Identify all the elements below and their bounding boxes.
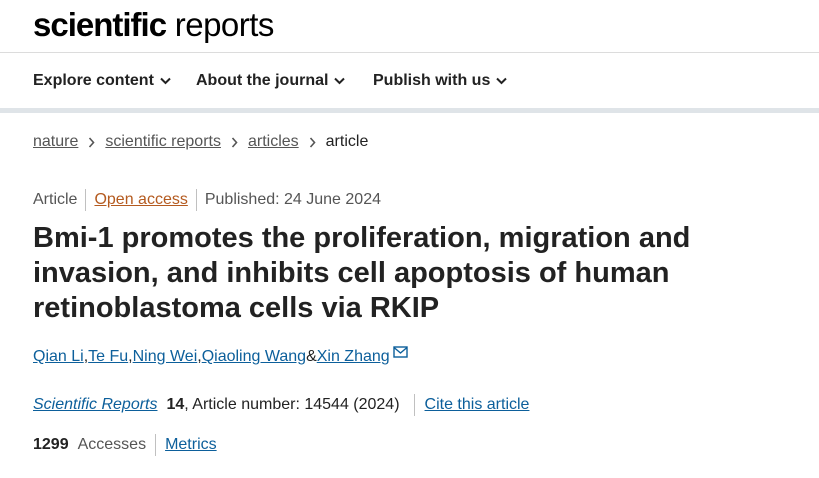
divider xyxy=(195,189,197,211)
accesses-label: Accesses xyxy=(77,436,147,453)
author-link[interactable]: Qiaoling Wang xyxy=(202,348,306,366)
article-number: , Article number: 14544 (2024) xyxy=(184,396,400,413)
divider xyxy=(85,189,87,211)
volume-number: 14 xyxy=(166,396,185,413)
nav-about-journal[interactable]: About the journal xyxy=(196,72,346,90)
article-type: Article xyxy=(33,191,78,208)
author-link[interactable]: Te Fu xyxy=(88,348,128,366)
logo-light-text: reports xyxy=(166,6,275,43)
nav-label: Publish with us xyxy=(373,72,491,89)
envelope-icon[interactable] xyxy=(392,346,408,358)
breadcrumb-scientific-reports[interactable]: scientific reports xyxy=(105,133,221,151)
journal-link[interactable]: Scientific Reports xyxy=(33,396,158,414)
divider xyxy=(413,394,415,416)
chevron-right-icon xyxy=(231,136,238,148)
author-link[interactable]: Qian Li xyxy=(33,348,84,366)
breadcrumb-current: article xyxy=(325,133,369,150)
article-meta: Article Open access Published: 24 June 2… xyxy=(33,189,381,211)
chevron-right-icon xyxy=(89,136,95,148)
author-link[interactable]: Ning Wei xyxy=(133,348,198,366)
breadcrumb-articles[interactable]: articles xyxy=(248,133,299,151)
citation-line: Scientific Reports 14 , Article number: … xyxy=(33,394,529,416)
main-nav: Explore content About the journal Publis… xyxy=(0,53,819,113)
metrics-link[interactable]: Metrics xyxy=(165,436,217,454)
site-logo[interactable]: scientific reports xyxy=(33,6,274,44)
open-access-link[interactable]: Open access xyxy=(94,191,187,209)
published-date: Published: 24 June 2024 xyxy=(204,191,381,208)
divider xyxy=(155,434,157,456)
breadcrumb: nature scientific reports articles artic… xyxy=(33,133,368,151)
logo-bold-text: scientific xyxy=(33,6,167,43)
author-list: Qian Li, Te Fu, Ning Wei, Qiaoling Wang … xyxy=(33,346,408,366)
chevron-down-icon xyxy=(334,77,346,85)
chevron-down-icon xyxy=(160,77,171,85)
article-stats: 1299 Accesses Metrics xyxy=(33,434,217,456)
accesses-count: 1299 xyxy=(33,436,69,453)
article-title: Bmi-1 promotes the proliferation, migrat… xyxy=(33,222,691,324)
author-link[interactable]: Xin Zhang xyxy=(317,348,390,366)
site-header: scientific reports xyxy=(0,0,819,53)
cite-this-article-link[interactable]: Cite this article xyxy=(425,396,530,414)
chevron-down-icon xyxy=(496,77,508,85)
breadcrumb-nature[interactable]: nature xyxy=(33,133,78,151)
nav-label: Explore content xyxy=(33,72,154,89)
nav-explore-content[interactable]: Explore content xyxy=(33,72,171,90)
nav-label: About the journal xyxy=(196,72,329,89)
nav-publish-with-us[interactable]: Publish with us xyxy=(373,72,508,90)
chevron-right-icon xyxy=(309,136,316,148)
author-and: & xyxy=(306,348,317,365)
